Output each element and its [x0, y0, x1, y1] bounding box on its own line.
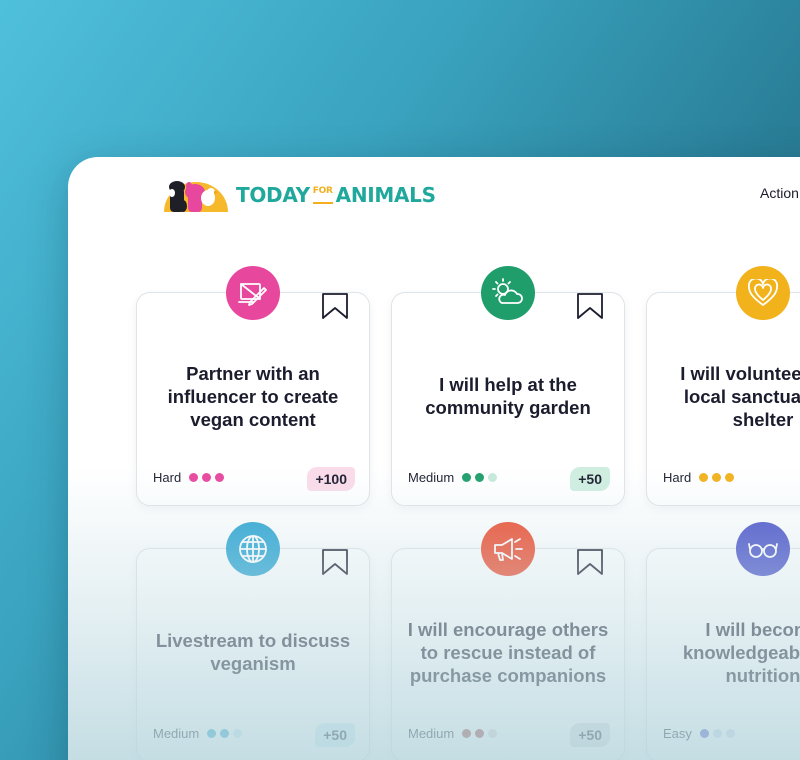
difficulty-dot	[699, 473, 709, 482]
difficulty-dot	[215, 473, 225, 482]
card-title: I will volunteer at a local sanctuary or…	[680, 362, 800, 430]
difficulty-dot	[699, 729, 709, 738]
difficulty-dot	[233, 729, 243, 738]
difficulty-dot	[462, 473, 472, 482]
points-badge: +50	[570, 467, 610, 491]
difficulty-dot	[712, 729, 722, 738]
megaphone-icon	[481, 522, 535, 576]
card-title: Partner with an influencer to create veg…	[167, 362, 339, 430]
difficulty-dot	[462, 729, 472, 738]
bookmark-icon[interactable]	[321, 293, 349, 319]
difficulty: Hard	[663, 470, 738, 485]
difficulty-dot	[488, 729, 498, 738]
bookmark-icon[interactable]	[321, 549, 349, 575]
difficulty-label: Medium	[408, 470, 455, 485]
difficulty: Medium	[408, 726, 501, 741]
difficulty-dots	[207, 729, 246, 738]
difficulty-dot	[202, 473, 212, 482]
action-card[interactable]: I will encourage others to rescue instea…	[391, 522, 625, 760]
difficulty-label: Easy	[663, 726, 692, 741]
brand-name-animals: ANIMALS	[335, 183, 436, 207]
laptop-pen-icon	[226, 266, 280, 320]
difficulty-dots	[189, 473, 228, 482]
difficulty-label: Hard	[153, 470, 182, 485]
difficulty-dots	[699, 473, 738, 482]
difficulty-label: Medium	[408, 726, 455, 741]
difficulty-dot	[725, 729, 735, 738]
difficulty: Medium	[153, 726, 246, 741]
brand-name-today: TODAY	[236, 183, 310, 207]
difficulty-dot	[475, 729, 485, 738]
action-card[interactable]: I will become knowledgeable on nutrition…	[646, 522, 800, 760]
brand-name-for: FOR	[312, 186, 333, 204]
glasses-icon	[736, 522, 790, 576]
header: TODAY FOR ANIMALS Action	[68, 157, 800, 237]
difficulty-dot	[189, 473, 199, 482]
difficulty-dots	[462, 729, 501, 738]
difficulty-dot	[712, 473, 722, 482]
bookmark-icon[interactable]	[576, 549, 604, 575]
heart-icon	[736, 266, 790, 320]
action-card[interactable]: Livestream to discuss veganism Medium +5…	[136, 522, 370, 760]
card-title: Livestream to discuss veganism	[155, 630, 351, 674]
bookmark-icon[interactable]	[576, 293, 604, 319]
difficulty-dots	[699, 729, 739, 738]
card-title: I will help at the community garden	[425, 374, 591, 418]
difficulty-dot	[488, 473, 498, 482]
background-frame: TODAY FOR ANIMALS Action Partner with an…	[0, 0, 800, 760]
brand-logo[interactable]: TODAY FOR ANIMALS	[162, 177, 436, 213]
difficulty-dots	[462, 473, 501, 482]
brand-wordmark: TODAY FOR ANIMALS	[236, 183, 436, 207]
nav-actions-link[interactable]: Action	[760, 185, 799, 201]
card-title: I will encourage others to rescue instea…	[407, 618, 609, 686]
difficulty-dot	[220, 729, 230, 738]
difficulty-dot	[207, 729, 217, 738]
difficulty-dot	[725, 473, 735, 482]
action-card[interactable]: Partner with an influencer to create veg…	[136, 266, 370, 506]
difficulty: Medium	[408, 470, 501, 485]
action-card[interactable]: I will volunteer at a local sanctuary or…	[646, 266, 800, 506]
globe-icon	[226, 522, 280, 576]
difficulty-label: Medium	[153, 726, 200, 741]
card-title: I will become knowledgeable on nutrition	[682, 618, 800, 686]
animals-logo-icon	[164, 181, 228, 212]
app-window: TODAY FOR ANIMALS Action Partner with an…	[68, 157, 800, 760]
difficulty: Hard	[153, 470, 228, 485]
points-badge: +100	[307, 467, 355, 491]
points-badge: +50	[315, 723, 355, 747]
sun-cloud-icon	[481, 266, 535, 320]
difficulty-dot	[475, 473, 485, 482]
difficulty-label: Hard	[663, 470, 692, 485]
action-card[interactable]: I will help at the community garden Medi…	[391, 266, 625, 506]
difficulty: Easy	[663, 726, 739, 741]
points-badge: +50	[570, 723, 610, 747]
